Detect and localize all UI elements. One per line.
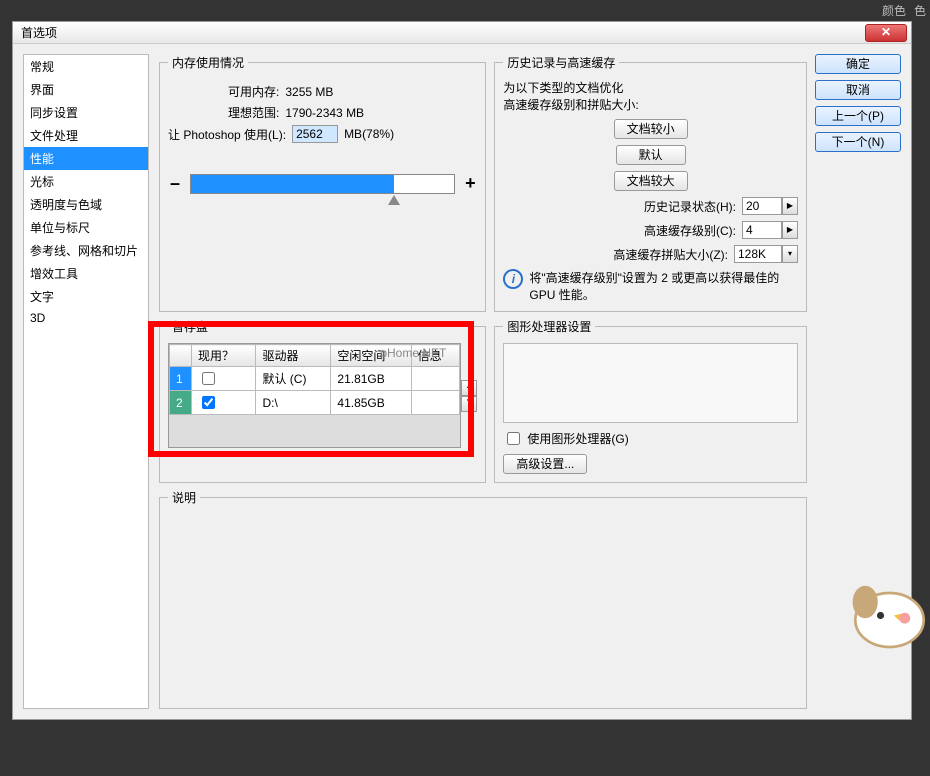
scratch-legend: 暂存盘 (168, 318, 212, 335)
description-fieldset: 说明 (159, 489, 807, 709)
memory-input[interactable] (292, 125, 338, 143)
preferences-dialog: 首选项 ✕ 常规界面同步设置文件处理性能光标透明度与色域单位与标尺参考线、网格和… (12, 21, 912, 720)
slider-thumb[interactable] (388, 195, 400, 205)
let-label: 让 Photoshop 使用(L): (168, 126, 286, 143)
ideal-label: 理想范围: (228, 104, 279, 121)
sidebar-item[interactable]: 光标 (24, 170, 148, 193)
move-up-button[interactable]: ▲ (461, 380, 477, 396)
sidebar-item[interactable]: 参考线、网格和切片 (24, 239, 148, 262)
history-fieldset: 历史记录与高速缓存 为以下类型的文档优化 高速缓存级别和拼贴大小: 文档较小 默… (494, 54, 807, 312)
sidebar-item[interactable]: 3D (24, 308, 148, 328)
table-header: 驱动器 (256, 345, 331, 367)
app-top-menu: 颜色色 (882, 2, 926, 19)
sidebar-item[interactable]: 同步设置 (24, 101, 148, 124)
cache-level-label: 高速缓存级别(C): (644, 222, 736, 239)
cancel-button[interactable]: 取消 (815, 80, 901, 100)
cache-tip: 将"高速缓存级别"设置为 2 或更高以获得最佳的 GPU 性能。 (529, 269, 798, 303)
use-gpu-checkbox[interactable] (507, 432, 520, 445)
table-header (170, 345, 192, 367)
let-unit: MB(78%) (344, 127, 394, 141)
slider-track[interactable] (190, 174, 455, 194)
slider-plus-icon[interactable]: + (463, 173, 477, 194)
cache-tile-dropdown[interactable]: ▾ (734, 245, 798, 263)
sidebar-item[interactable]: 文件处理 (24, 124, 148, 147)
memory-legend: 内存使用情况 (168, 54, 248, 71)
gpu-preview (503, 343, 798, 423)
cache-tile-label: 高速缓存拼贴大小(Z): (613, 246, 728, 263)
ok-button[interactable]: 确定 (815, 54, 901, 74)
history-states-label: 历史记录状态(H): (644, 198, 736, 215)
sidebar-item[interactable]: 文字 (24, 285, 148, 308)
titlebar: 首选项 ✕ (13, 22, 911, 44)
slider-minus-icon[interactable]: – (168, 173, 182, 194)
sidebar-item[interactable]: 常规 (24, 55, 148, 78)
window-title: 首选项 (17, 24, 865, 41)
description-legend: 说明 (168, 489, 200, 506)
use-gpu-label: 使用图形处理器(G) (527, 430, 628, 447)
gpu-fieldset: 图形处理器设置 使用图形处理器(G) 高级设置... (494, 318, 807, 483)
advanced-settings-button[interactable]: 高级设置... (503, 454, 587, 474)
info-icon: i (503, 269, 523, 289)
scratch-fieldset: 暂存盘 pHome.NET 现用？驱动器空闲空间信息 1默认 (C)21.81G… (159, 318, 486, 483)
sidebar-item[interactable]: 单位与标尺 (24, 216, 148, 239)
table-header: 现用？ (192, 345, 256, 367)
sidebar-item[interactable]: 增效工具 (24, 262, 148, 285)
prev-button[interactable]: 上一个(P) (815, 106, 901, 126)
sidebar-item[interactable]: 界面 (24, 78, 148, 101)
available-label: 可用内存: (228, 83, 279, 100)
spin-up-icon[interactable]: ▶ (782, 197, 798, 215)
table-row[interactable]: 2D:\41.85GB (170, 391, 460, 415)
opt-text1: 为以下类型的文档优化 (503, 79, 798, 96)
next-button[interactable]: 下一个(N) (815, 132, 901, 152)
watermark: pHome.NET (380, 346, 446, 360)
sidebar-item[interactable]: 性能 (24, 147, 148, 170)
opt-text2: 高速缓存级别和拼贴大小: (503, 96, 798, 113)
gpu-legend: 图形处理器设置 (503, 318, 595, 335)
ideal-value: 1790-2343 MB (285, 106, 364, 120)
history-legend: 历史记录与高速缓存 (503, 54, 619, 71)
mascot-image (840, 566, 930, 656)
doc-default-button[interactable]: 默认 (616, 145, 686, 165)
close-button[interactable]: ✕ (865, 24, 907, 42)
cache-level-spinner[interactable]: ▶ (742, 221, 798, 239)
memory-fieldset: 内存使用情况 可用内存: 3255 MB 理想范围: 1790-2343 MB … (159, 54, 486, 312)
category-sidebar: 常规界面同步设置文件处理性能光标透明度与色域单位与标尺参考线、网格和切片增效工具… (23, 54, 149, 709)
table-row[interactable]: 1默认 (C)21.81GB (170, 367, 460, 391)
history-states-spinner[interactable]: ▶ (742, 197, 798, 215)
move-down-button[interactable]: ▼ (461, 396, 477, 412)
doc-large-button[interactable]: 文档较大 (614, 171, 688, 191)
dropdown-arrow-icon[interactable]: ▾ (782, 245, 798, 263)
sidebar-item[interactable]: 透明度与色域 (24, 193, 148, 216)
memory-slider[interactable]: – + (168, 173, 477, 194)
available-value: 3255 MB (285, 85, 333, 99)
spin-up-icon[interactable]: ▶ (782, 221, 798, 239)
disk-active-checkbox[interactable] (202, 396, 215, 409)
disk-active-checkbox[interactable] (202, 372, 215, 385)
doc-small-button[interactable]: 文档较小 (614, 119, 688, 139)
